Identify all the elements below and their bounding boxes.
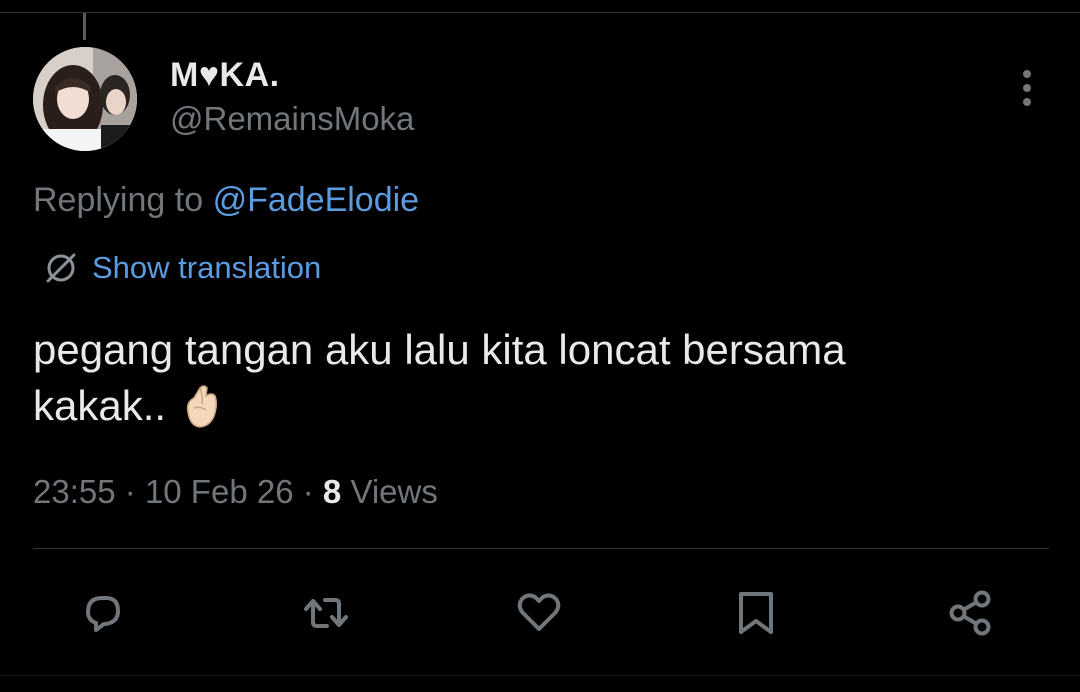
tweet-text-line-1: pegang tangan aku lalu kita loncat bersa… (33, 326, 846, 373)
like-icon (517, 593, 561, 631)
show-translation-label: Show translation (92, 250, 322, 285)
thread-connector-line (83, 13, 86, 40)
views-label[interactable]: Views (350, 473, 437, 510)
top-divider (0, 12, 1080, 13)
meta-separator: · (302, 473, 323, 510)
avatar[interactable] (33, 47, 137, 151)
retweet-icon (304, 598, 348, 628)
display-name[interactable]: M♥KA. (170, 56, 280, 95)
like-button[interactable] (514, 588, 564, 638)
profile-photo-icon (33, 47, 137, 151)
retweet-button[interactable] (301, 588, 351, 638)
tweet-body: pegang tangan aku lalu kita loncat bersa… (33, 322, 1043, 434)
show-translation-button[interactable]: Show translation (44, 248, 321, 288)
replying-to-line: Replying to @FadeElodie (33, 181, 419, 220)
reply-mention-link[interactable]: @FadeElodie (213, 181, 420, 219)
finger-heart-emoji-icon (186, 385, 218, 428)
action-bar-divider (33, 548, 1049, 549)
reply-button[interactable] (78, 588, 128, 638)
more-options-button[interactable] (1010, 68, 1044, 108)
share-button[interactable] (946, 588, 996, 638)
tweet-time[interactable]: 23:55 (33, 473, 116, 510)
user-handle[interactable]: @RemainsMoka (170, 100, 414, 138)
tweet-metadata: 23:55 · 10 Feb 26 · 8 Views (33, 473, 438, 511)
bookmark-button[interactable] (731, 588, 781, 638)
tweet-text-line-2-text: kakak.. (33, 382, 167, 429)
views-count[interactable]: 8 (323, 473, 341, 510)
tweet-detail-page: M♥KA. @RemainsMoka Replying to @FadeElod… (0, 0, 1080, 692)
replying-to-label: Replying to (33, 181, 204, 219)
tweet-text-line-2: kakak.. (33, 378, 1043, 434)
meta-separator: · (124, 473, 145, 510)
tweet-date[interactable]: 10 Feb 26 (145, 473, 294, 510)
translate-globe-icon (46, 253, 76, 283)
bottom-divider (0, 675, 1080, 676)
bookmark-icon (739, 592, 773, 634)
more-vertical-icon (1023, 70, 1031, 106)
reply-icon (86, 596, 120, 632)
share-icon (949, 590, 991, 636)
